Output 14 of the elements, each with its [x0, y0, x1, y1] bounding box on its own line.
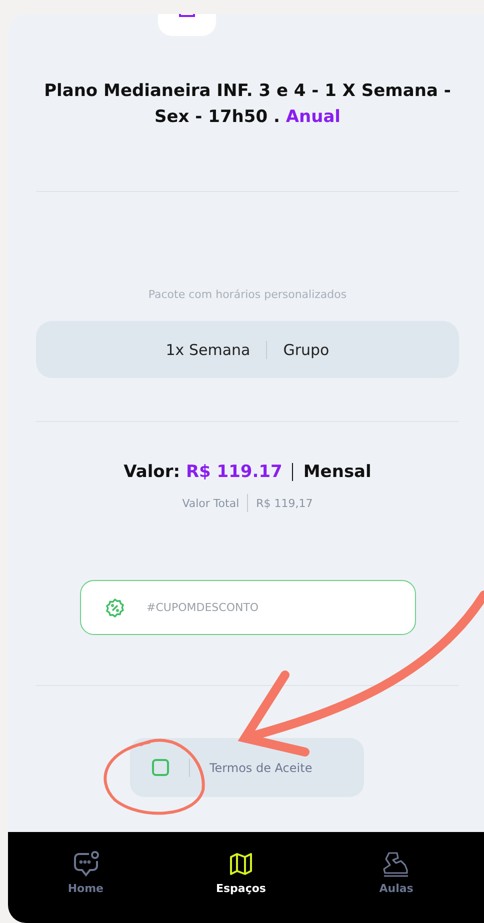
- group-type-text: Grupo: [283, 340, 330, 358]
- nav-tab[interactable]: Home: [46, 850, 126, 895]
- plan-title: Plano Medianeira INF. 3 e 4 - 1 X Semana - Sex - 17h50 . Anual: [43, 80, 452, 129]
- total-label: Valor Total: [182, 496, 240, 510]
- nav-tab[interactable]: Aulas: [356, 850, 436, 895]
- coupon-field[interactable]: #CUPOMDESCONTO: [80, 580, 416, 635]
- coupon-placeholder: #CUPOMDESCONTO: [146, 601, 259, 614]
- price-text: Valor: R$ 119.17: [124, 462, 282, 482]
- frequency-text: 1x Semana: [166, 340, 250, 358]
- terms-label: Termos de Aceite: [210, 760, 312, 774]
- billing-period: Mensal: [303, 462, 372, 482]
- nav-tab[interactable]: Espaços: [200, 850, 281, 895]
- package-subtitle: Pacote com horários personalizados: [148, 288, 347, 301]
- total-value: R$ 119,17: [256, 496, 313, 510]
